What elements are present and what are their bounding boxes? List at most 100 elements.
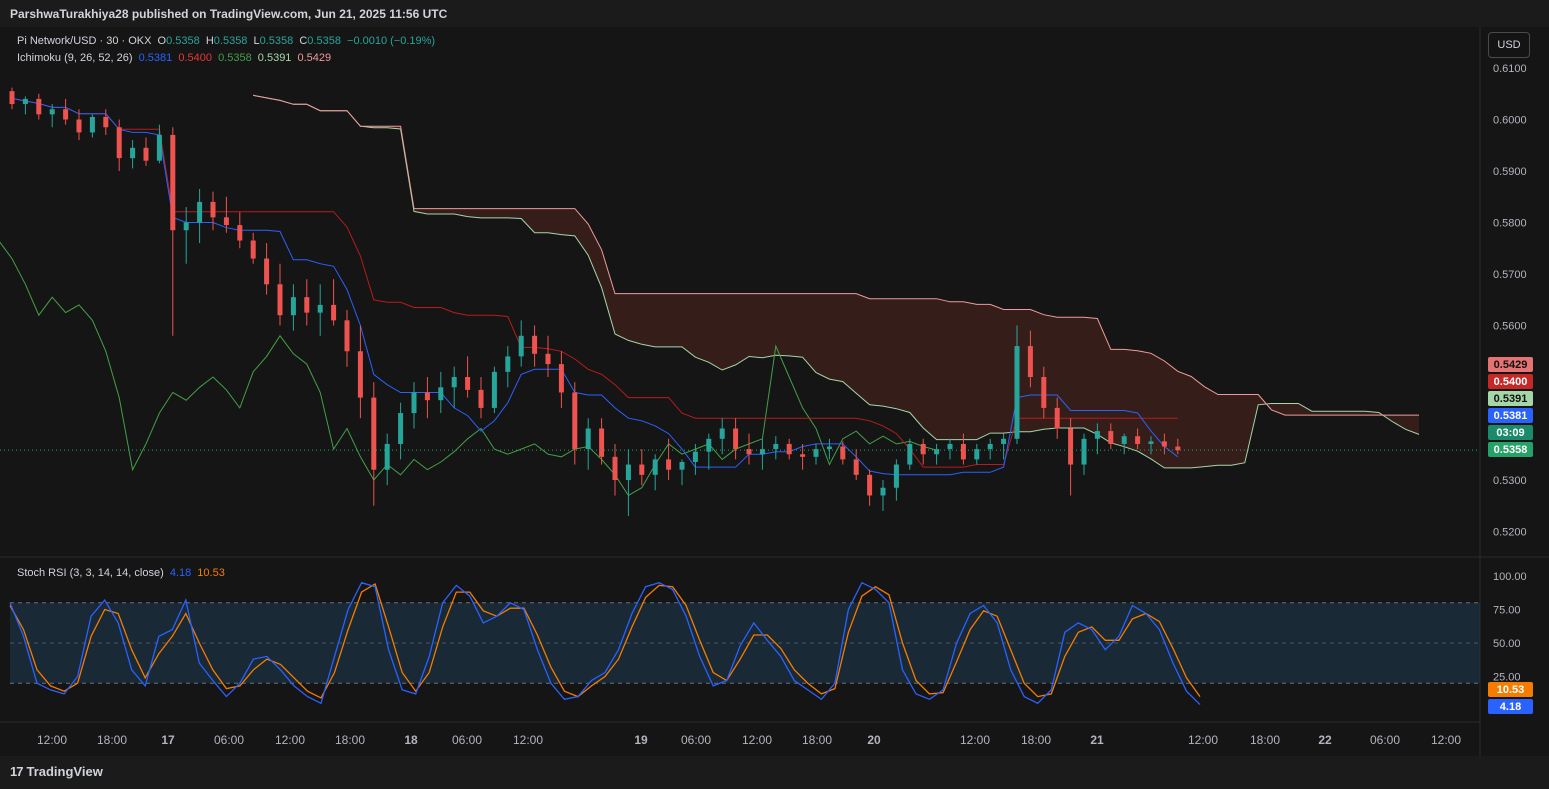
candle-body bbox=[344, 320, 350, 352]
ichimoku-legend[interactable]: Ichimoku (9, 26, 52, 26) 0.5381 0.5400 0… bbox=[17, 52, 334, 64]
candle-body bbox=[197, 201, 203, 223]
candle-body bbox=[411, 392, 417, 414]
price-tick-label: 0.6100 bbox=[1493, 63, 1527, 75]
candle-body bbox=[1054, 407, 1060, 429]
price-tick-label: 0.5700 bbox=[1493, 269, 1527, 281]
time-tick-label: 19 bbox=[634, 733, 648, 747]
time-tick-label: 21 bbox=[1090, 733, 1104, 747]
close-value: 0.5358 bbox=[307, 35, 341, 47]
candle-body bbox=[1081, 438, 1087, 465]
candle-body bbox=[237, 225, 243, 241]
publisher-text: ParshwaTurakhiya28 published on TradingV… bbox=[10, 7, 448, 21]
stoch-rsi-legend[interactable]: Stoch RSI (3, 3, 14, 14, close) 4.18 10.… bbox=[17, 567, 228, 579]
candle-body bbox=[1001, 438, 1007, 444]
candle-body bbox=[773, 443, 779, 450]
candle-body bbox=[599, 428, 605, 457]
time-tick-label: 18:00 bbox=[1250, 733, 1280, 747]
ichimoku-spanA-value: 0.5391 bbox=[257, 52, 292, 64]
time-tick-label: 06:00 bbox=[452, 733, 482, 747]
candle-body bbox=[277, 284, 283, 316]
tradingview-logo-icon: 17 bbox=[10, 764, 24, 779]
price-tick-label: 0.6000 bbox=[1493, 115, 1527, 127]
high-value: 0.5358 bbox=[213, 35, 248, 47]
candle-body bbox=[290, 297, 296, 316]
candle-body bbox=[103, 116, 109, 128]
time-tick-label: 12:00 bbox=[275, 733, 305, 747]
candle-body bbox=[9, 91, 15, 105]
candle-body bbox=[1121, 436, 1127, 444]
time-tick-label: 12:00 bbox=[1431, 733, 1461, 747]
candle-body bbox=[826, 446, 832, 450]
time-tick-label: 12:00 bbox=[513, 733, 543, 747]
ichimoku-spanB-value: 0.5429 bbox=[297, 52, 332, 64]
rsi-label-d: 10.53 bbox=[1488, 682, 1533, 697]
candle-body bbox=[116, 127, 122, 159]
candle-body bbox=[1027, 346, 1033, 377]
time-tick-label: 18:00 bbox=[335, 733, 365, 747]
price-tick-label: 0.5600 bbox=[1493, 321, 1527, 333]
candle-body bbox=[22, 98, 28, 105]
time-tick-label: 12:00 bbox=[37, 733, 67, 747]
candle-body bbox=[719, 428, 725, 439]
candle-body bbox=[36, 98, 42, 115]
currency-button[interactable]: USD bbox=[1488, 32, 1530, 58]
candle-body bbox=[947, 443, 953, 450]
price-tick-label: 0.5300 bbox=[1493, 475, 1527, 487]
ichimoku-chikou-value: 0.5358 bbox=[218, 52, 252, 64]
time-tick-label: 12:00 bbox=[742, 733, 772, 747]
candle-body bbox=[612, 456, 618, 480]
candle-body bbox=[666, 459, 672, 470]
candle-body bbox=[1068, 428, 1074, 465]
last-price-label: 0.5358 bbox=[1488, 442, 1533, 457]
price-label-tenkan: 0.5381 bbox=[1488, 408, 1533, 423]
candle-body bbox=[76, 119, 82, 133]
time-tick-label: 06:00 bbox=[214, 733, 244, 747]
candle-body bbox=[625, 464, 631, 480]
time-tick-label: 18:00 bbox=[97, 733, 127, 747]
low-label: L bbox=[253, 35, 260, 47]
candle-body bbox=[893, 464, 899, 488]
candle-body bbox=[545, 353, 551, 365]
candle-body bbox=[250, 240, 256, 259]
price-tick-label: 0.5900 bbox=[1493, 166, 1527, 178]
candle-body bbox=[465, 377, 471, 390]
candle-body bbox=[1135, 436, 1141, 444]
candle-body bbox=[733, 428, 739, 450]
rsi-tick-label: 75.00 bbox=[1493, 605, 1521, 617]
candle-body bbox=[331, 304, 337, 321]
candle-body bbox=[920, 443, 926, 455]
tradingview-logo[interactable]: 17 TradingView bbox=[10, 764, 103, 779]
candle-body bbox=[505, 356, 511, 372]
candle-body bbox=[532, 335, 538, 354]
candle-body bbox=[170, 134, 176, 231]
candle-body bbox=[987, 443, 993, 450]
candle-body bbox=[558, 364, 564, 393]
candle-body bbox=[974, 449, 980, 460]
candle-body bbox=[156, 134, 162, 161]
countdown-label: 03:09 bbox=[1488, 425, 1533, 440]
candle-body bbox=[880, 487, 886, 496]
candle-body bbox=[679, 461, 685, 470]
price-tick-label: 0.5800 bbox=[1493, 218, 1527, 230]
time-tick-label: 12:00 bbox=[1188, 733, 1218, 747]
stoch-rsi-d-value: 10.53 bbox=[197, 567, 225, 579]
time-tick-label: 06:00 bbox=[681, 733, 711, 747]
candle-body bbox=[223, 217, 229, 226]
candle-body bbox=[130, 147, 136, 159]
candle-body bbox=[357, 351, 363, 398]
candle-body bbox=[384, 443, 390, 470]
chart-canvas[interactable]: 0.6100 0.6000 0.5900 0.5800 0.5700 0.5600 0.53… bbox=[0, 27, 1549, 756]
candle-body bbox=[840, 446, 846, 460]
candle-body bbox=[639, 464, 645, 475]
price-label-spanB: 0.5429 bbox=[1488, 357, 1533, 372]
time-tick-label: 18:00 bbox=[1021, 733, 1051, 747]
candle-body bbox=[1094, 431, 1100, 439]
candle-body bbox=[572, 392, 578, 450]
candle-body bbox=[518, 335, 524, 357]
time-tick-label: 22 bbox=[1318, 733, 1332, 747]
candle-body bbox=[317, 304, 323, 313]
candle-body bbox=[89, 116, 95, 133]
candle-body bbox=[478, 389, 484, 408]
candle-body bbox=[786, 443, 792, 455]
rsi-tick-label: 50.00 bbox=[1493, 638, 1521, 650]
